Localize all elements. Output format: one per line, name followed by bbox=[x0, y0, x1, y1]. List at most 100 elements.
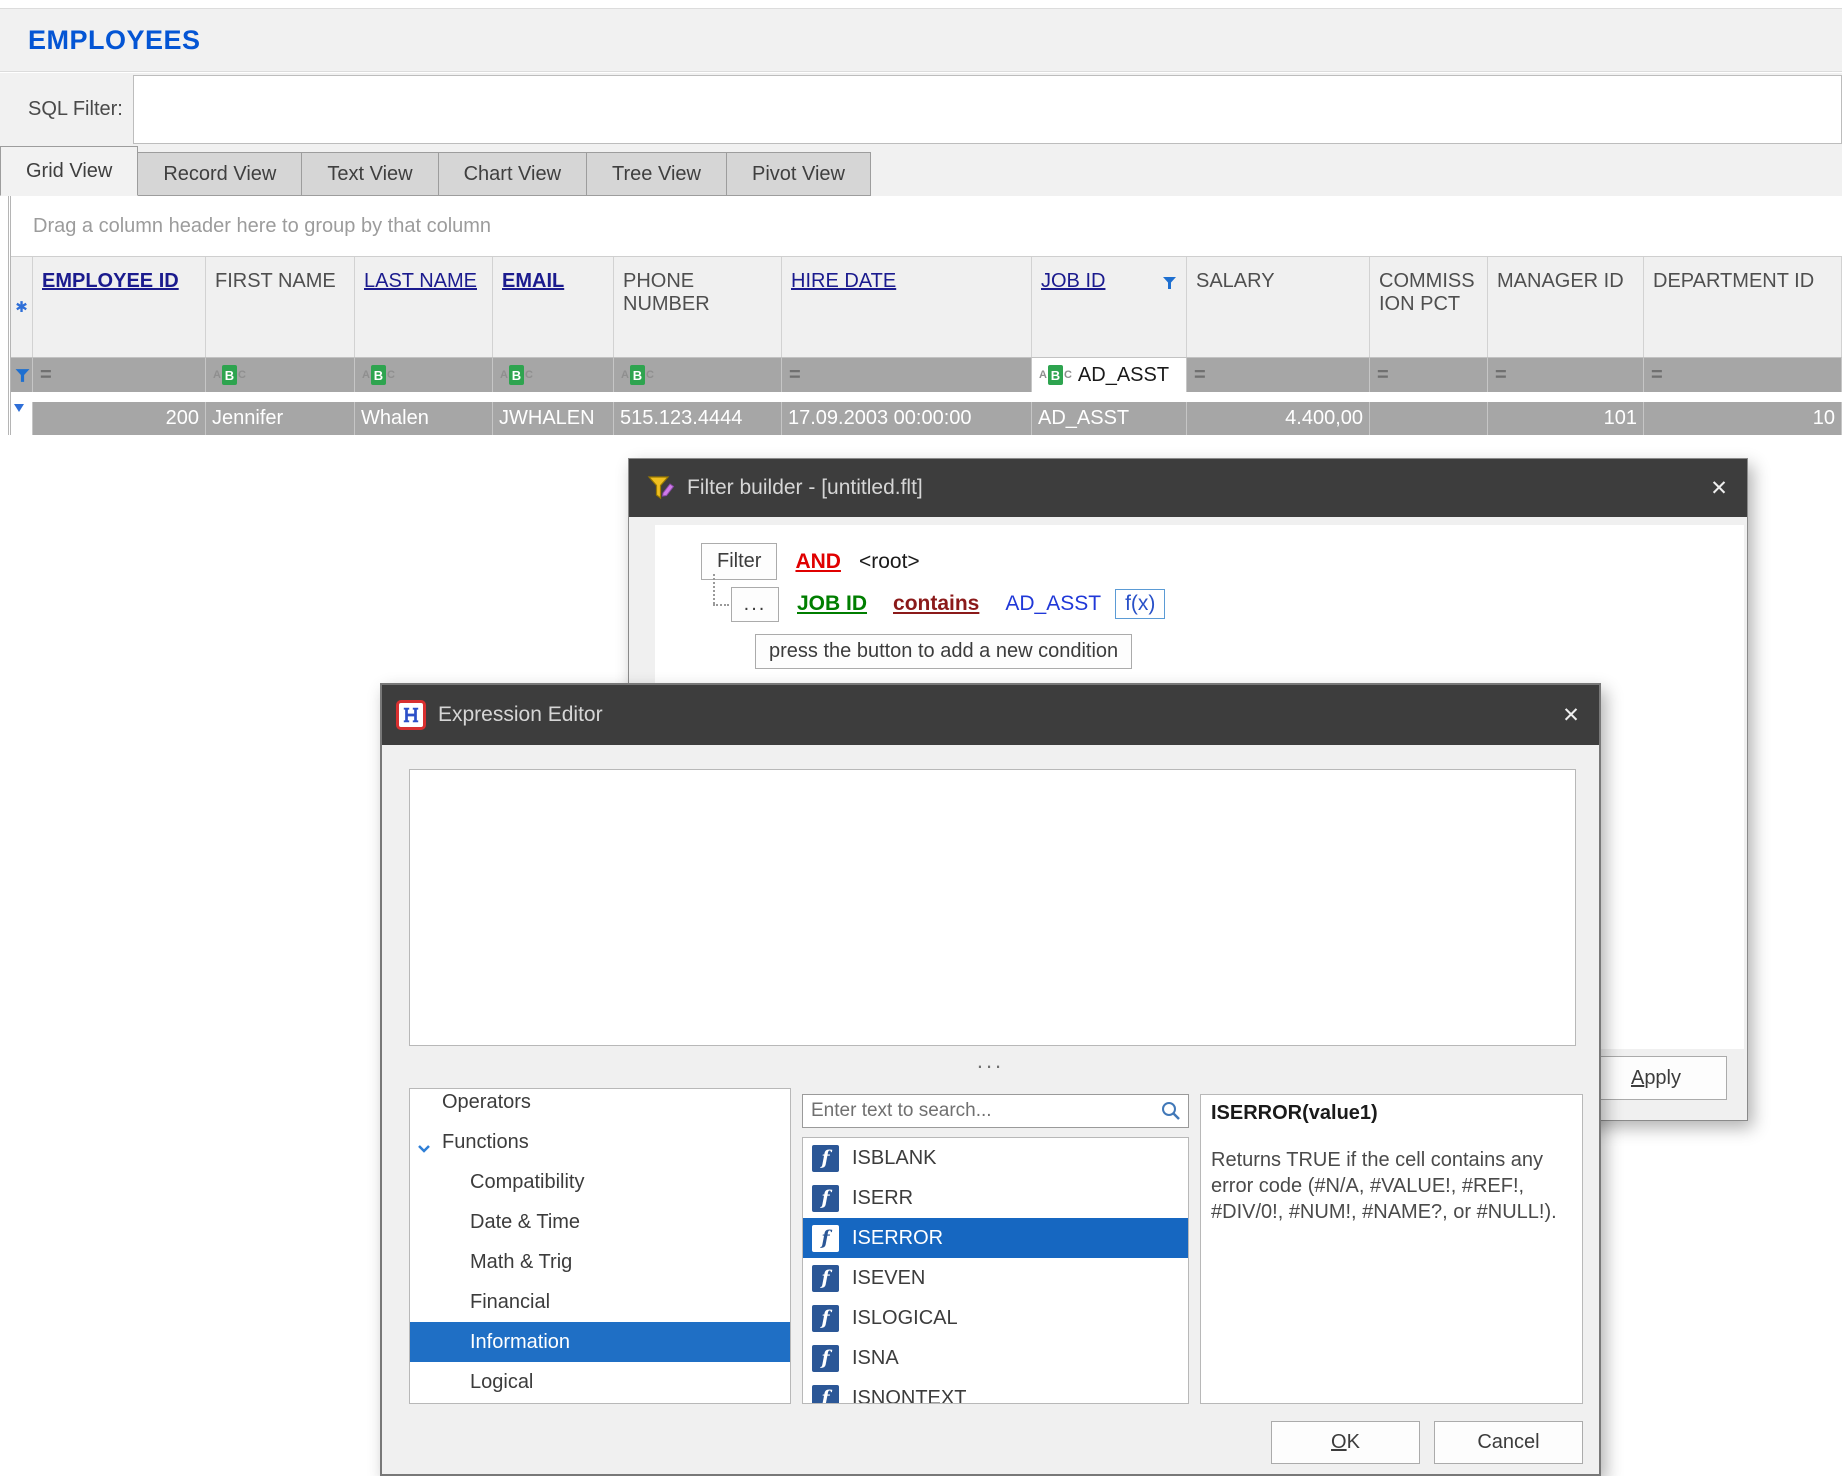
column-header-salary[interactable]: SALARY bbox=[1187, 257, 1370, 357]
filter-cell-email[interactable]: ABC bbox=[493, 358, 614, 392]
filter-cell-department-id[interactable]: = bbox=[1644, 358, 1842, 392]
sql-filter-input[interactable] bbox=[132, 75, 1842, 144]
tree-connector bbox=[701, 574, 729, 624]
function-list: f ISBLANK f ISERR f ISERROR f ISEVEN f I… bbox=[802, 1137, 1189, 1404]
cell-department-id[interactable]: 10 bbox=[1644, 402, 1842, 435]
filter-cell-hire-date[interactable]: = bbox=[782, 358, 1032, 392]
cell-salary[interactable]: 4.400,00 bbox=[1187, 402, 1370, 435]
function-item-iseven[interactable]: f ISEVEN bbox=[803, 1258, 1188, 1298]
column-header-first-name[interactable]: FIRST NAME bbox=[206, 257, 355, 357]
current-row-icon bbox=[14, 404, 24, 412]
function-search-box bbox=[802, 1094, 1189, 1128]
tree-item-information[interactable]: Information bbox=[410, 1322, 790, 1362]
close-icon[interactable]: ✕ bbox=[1699, 476, 1739, 501]
function-icon: f bbox=[812, 1224, 839, 1252]
column-header-last-name[interactable]: LAST NAME bbox=[355, 257, 493, 357]
tree-item-functions[interactable]: Functions bbox=[410, 1122, 790, 1162]
group-by-hint[interactable]: Drag a column header here to group by th… bbox=[11, 196, 1842, 256]
function-item-isna[interactable]: f ISNA bbox=[803, 1338, 1188, 1378]
tab-chart-view[interactable]: Chart View bbox=[438, 152, 588, 196]
expression-editor-dialog: Expression Editor ✕ ... Operators Functi… bbox=[380, 683, 1601, 1476]
grid-filter-row: = ABC ABC ABC ABC = ABC AD_ASST = = = = bbox=[11, 358, 1842, 392]
filter-cell-manager-id[interactable]: = bbox=[1488, 358, 1644, 392]
abc-icon: ABC bbox=[1039, 365, 1072, 385]
filter-cell-phone-number[interactable]: ABC bbox=[614, 358, 782, 392]
filter-row-funnel-cell[interactable] bbox=[11, 358, 33, 392]
cell-manager-id[interactable]: 101 bbox=[1488, 402, 1644, 435]
cell-hire-date[interactable]: 17.09.2003 00:00:00 bbox=[782, 402, 1032, 435]
function-item-iserror[interactable]: f ISERROR bbox=[803, 1218, 1188, 1258]
condition-menu-button[interactable]: ... bbox=[731, 586, 779, 622]
tab-grid-view[interactable]: Grid View bbox=[0, 146, 139, 196]
filter-cell-job-id[interactable]: ABC AD_ASST bbox=[1032, 358, 1187, 392]
condition-value-link[interactable]: AD_ASST bbox=[1005, 592, 1101, 616]
tab-tree-view[interactable]: Tree View bbox=[587, 152, 727, 196]
column-filter-funnel-icon[interactable] bbox=[1162, 273, 1177, 296]
column-header-department-id[interactable]: DEPARTMENT ID bbox=[1644, 257, 1842, 357]
filter-builder-icon bbox=[647, 476, 675, 500]
cell-last-name[interactable]: Whalen bbox=[355, 402, 493, 435]
expression-editor-titlebar[interactable]: Expression Editor ✕ bbox=[382, 685, 1599, 745]
close-icon[interactable]: ✕ bbox=[1551, 703, 1591, 728]
filter-cell-employee-id[interactable]: = bbox=[33, 358, 206, 392]
data-grid: Drag a column header here to group by th… bbox=[8, 196, 1842, 435]
function-description: Returns TRUE if the cell contains any er… bbox=[1211, 1149, 1557, 1223]
cell-first-name[interactable]: Jennifer bbox=[206, 402, 355, 435]
column-header-manager-id[interactable]: MANAGER ID bbox=[1488, 257, 1644, 357]
search-input[interactable] bbox=[803, 1100, 1160, 1122]
condition-operator-link[interactable]: contains bbox=[893, 592, 979, 616]
equals-icon: = bbox=[1651, 363, 1663, 386]
filter-cell-salary[interactable]: = bbox=[1187, 358, 1370, 392]
filter-funnel-icon bbox=[15, 368, 30, 382]
add-condition-button[interactable]: press the button to add a new condition bbox=[755, 634, 1133, 669]
filter-builder-titlebar[interactable]: Filter builder - [untitled.flt] ✕ bbox=[629, 459, 1747, 517]
cell-job-id[interactable]: AD_ASST bbox=[1032, 402, 1187, 435]
add-condition-row: press the button to add a new condition bbox=[755, 634, 1744, 669]
filter-cell-last-name[interactable]: ABC bbox=[355, 358, 493, 392]
tab-pivot-view[interactable]: Pivot View bbox=[726, 152, 871, 196]
search-icon[interactable] bbox=[1160, 1100, 1182, 1122]
tree-item-compatibility[interactable]: Compatibility bbox=[410, 1162, 790, 1202]
table-title-panel: EMPLOYEES bbox=[0, 8, 1842, 72]
new-row-indicator-cell: ✱ bbox=[11, 257, 33, 357]
function-item-islogical[interactable]: f ISLOGICAL bbox=[803, 1298, 1188, 1338]
tab-record-view[interactable]: Record View bbox=[138, 152, 303, 196]
column-header-email[interactable]: EMAIL bbox=[493, 257, 614, 357]
column-header-commission-pct[interactable]: COMMISSION PCT bbox=[1370, 257, 1488, 357]
tree-item-math-trig[interactable]: Math & Trig bbox=[410, 1242, 790, 1282]
function-item-isnontext[interactable]: f ISNONTEXT bbox=[803, 1378, 1188, 1403]
column-header-job-id[interactable]: JOB ID bbox=[1032, 257, 1187, 357]
column-header-phone-number[interactable]: PHONE NUMBER bbox=[614, 257, 782, 357]
cancel-button[interactable]: Cancel bbox=[1434, 1421, 1583, 1464]
tab-text-view[interactable]: Text View bbox=[302, 152, 439, 196]
tree-item-financial[interactable]: Financial bbox=[410, 1282, 790, 1322]
filter-cell-commission-pct[interactable]: = bbox=[1370, 358, 1488, 392]
abc-icon: ABC bbox=[621, 365, 654, 385]
condition-field-link[interactable]: JOB ID bbox=[797, 592, 867, 616]
expression-editor-title: Expression Editor bbox=[438, 703, 603, 726]
tree-item-operators[interactable]: Operators bbox=[410, 1089, 790, 1122]
function-signature: ISERROR(value1) bbox=[1211, 1102, 1378, 1124]
tree-item-logical[interactable]: Logical bbox=[410, 1362, 790, 1402]
cell-phone-number[interactable]: 515.123.4444 bbox=[614, 402, 782, 435]
splitter-handle[interactable]: ... bbox=[382, 1050, 1599, 1072]
tree-item-date-time[interactable]: Date & Time bbox=[410, 1202, 790, 1242]
apply-button[interactable]: Apply bbox=[1585, 1056, 1727, 1100]
expression-input[interactable] bbox=[409, 769, 1576, 1046]
chevron-down-icon[interactable] bbox=[417, 1137, 431, 1160]
function-item-iserr[interactable]: f ISERR bbox=[803, 1178, 1188, 1218]
equals-icon: = bbox=[1495, 363, 1507, 386]
new-row-icon: ✱ bbox=[15, 299, 28, 316]
cell-commission-pct[interactable] bbox=[1370, 402, 1488, 435]
group-operator-link[interactable]: AND bbox=[795, 550, 841, 574]
fx-expression-button[interactable]: f(x) bbox=[1115, 589, 1166, 619]
column-header-hire-date[interactable]: HIRE DATE bbox=[782, 257, 1032, 357]
filter-cell-first-name[interactable]: ABC bbox=[206, 358, 355, 392]
function-item-isblank[interactable]: f ISBLANK bbox=[803, 1138, 1188, 1178]
cell-email[interactable]: JWHALEN bbox=[493, 402, 614, 435]
cell-employee-id[interactable]: 200 bbox=[33, 402, 206, 435]
column-header-employee-id[interactable]: EMPLOYEE ID bbox=[33, 257, 206, 357]
filter-builder-title: Filter builder - [untitled.flt] bbox=[687, 476, 923, 499]
ok-button[interactable]: OK bbox=[1271, 1421, 1420, 1464]
root-node-label: <root> bbox=[858, 549, 920, 573]
